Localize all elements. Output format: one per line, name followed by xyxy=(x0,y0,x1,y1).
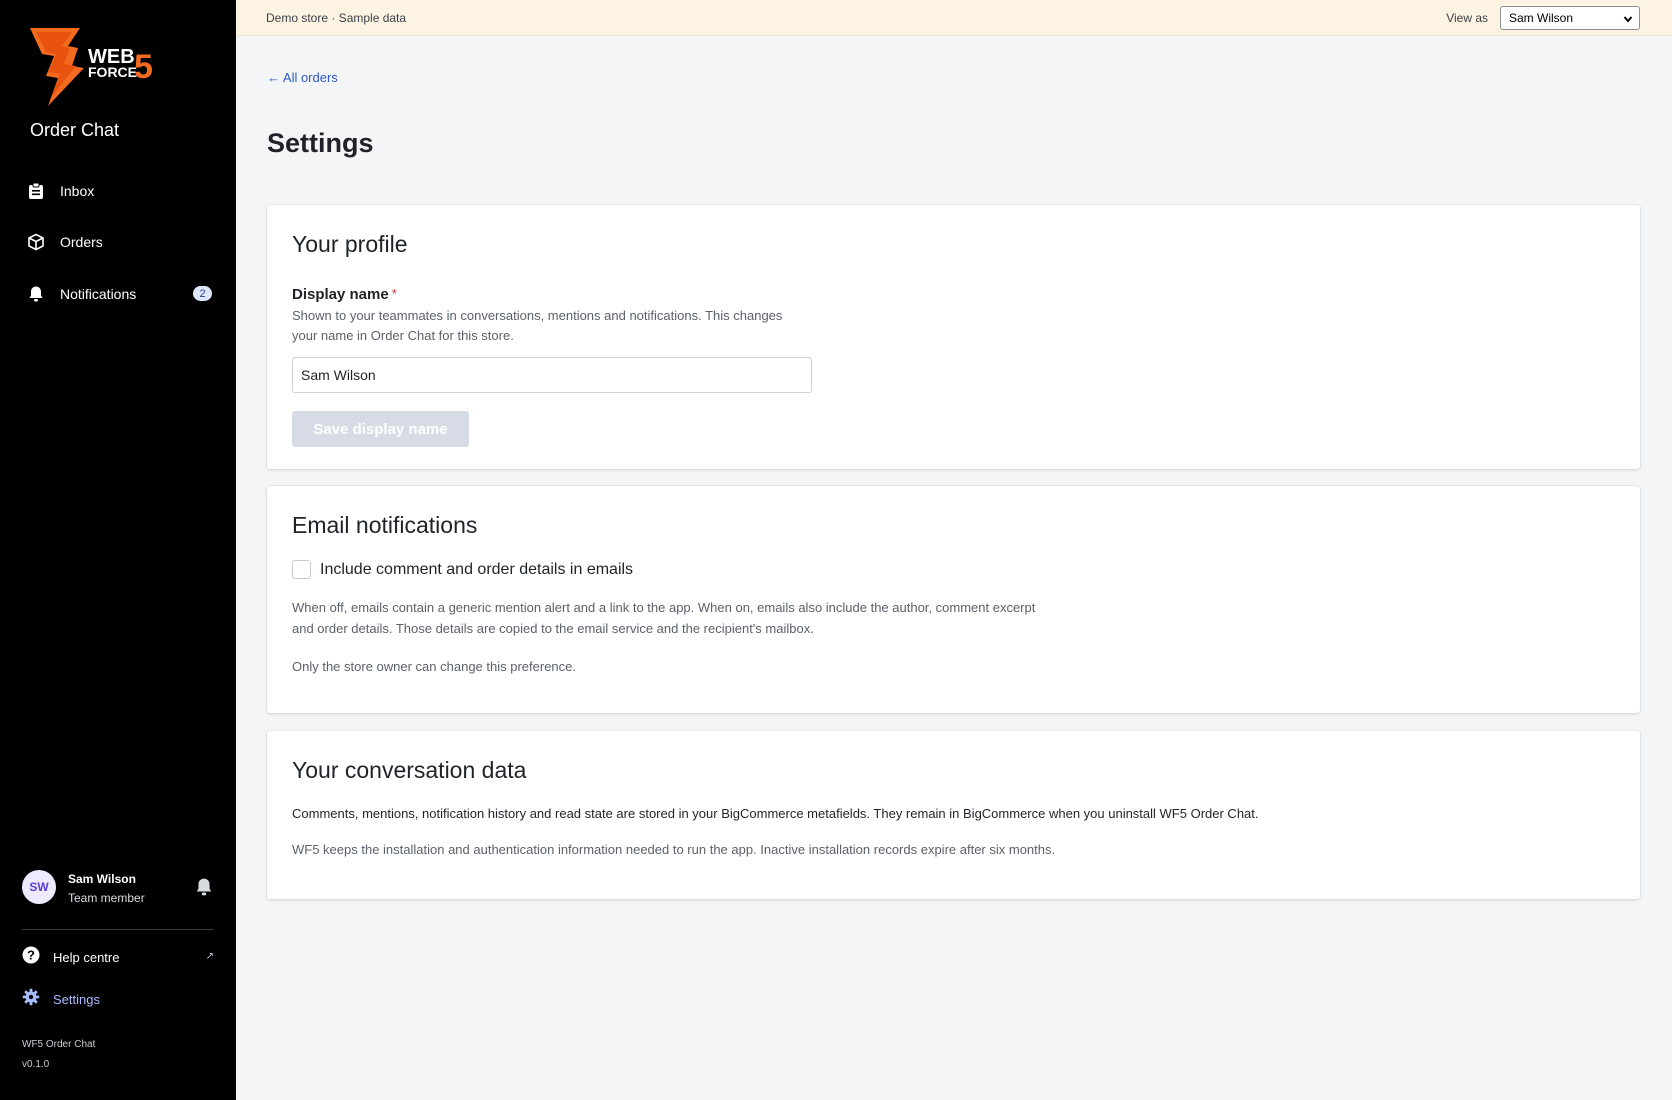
external-link-icon: ↗ xyxy=(205,951,214,962)
demo-banner: Demo store · Sample data View as Sam Wil… xyxy=(236,0,1672,36)
owner-only-note: Only the store owner can change this pre… xyxy=(292,659,576,674)
nav-item-notifications[interactable]: Notifications 2 xyxy=(26,280,212,308)
webforce5-logo[interactable]: WEB FORCE 5 xyxy=(28,26,178,108)
display-name-label-text: Display name xyxy=(292,286,389,303)
notifications-count-badge: 2 xyxy=(193,286,212,301)
svg-text:5: 5 xyxy=(134,48,153,86)
settings-label: Settings xyxy=(53,991,100,1007)
view-as-select[interactable]: Sam Wilson xyxy=(1500,6,1640,30)
sidebar: WEB FORCE 5 Order Chat Inbox Orders Noti… xyxy=(0,0,236,1100)
app-meta: WF5 Order Chat v0.1.0 xyxy=(22,1035,95,1075)
data-storage-text: Comments, mentions, notification history… xyxy=(292,806,1259,821)
include-details-label[interactable]: Include comment and order details in ema… xyxy=(320,561,633,579)
app-meta-name: WF5 Order Chat xyxy=(22,1039,96,1050)
chevron-down-icon xyxy=(1623,13,1633,27)
nav-label: Inbox xyxy=(60,183,95,199)
gear-icon xyxy=(22,988,40,1011)
back-to-orders-link[interactable]: ← All orders xyxy=(267,70,338,85)
email-explanation: When off, emails contain a generic menti… xyxy=(292,600,1036,636)
data-retention-text: WF5 keeps the installation and authentic… xyxy=(292,842,1056,857)
bell-icon xyxy=(26,284,46,304)
logo-bolt-icon: WEB FORCE 5 xyxy=(30,28,153,106)
display-name-input[interactable] xyxy=(292,357,812,393)
nav-label: Notifications xyxy=(60,286,137,302)
profile-card: Your profile Display name * Shown to your… xyxy=(267,205,1640,469)
user-role: Team member xyxy=(68,891,145,905)
user-block: SW Sam Wilson Team member xyxy=(22,870,214,910)
svg-text:FORCE: FORCE xyxy=(88,64,137,80)
view-as-label: View as xyxy=(1446,11,1488,25)
view-as-value: Sam Wilson xyxy=(1509,11,1574,25)
svg-text:?: ? xyxy=(27,947,35,962)
app-meta-version: v0.1.0 xyxy=(22,1059,50,1070)
nav-label: Orders xyxy=(60,234,103,250)
sidebar-divider xyxy=(22,929,214,930)
email-notifications-card: Email notifications Include comment and … xyxy=(267,486,1640,713)
help-centre-label: Help centre xyxy=(53,949,120,965)
display-name-label: Display name * xyxy=(292,286,397,303)
nav-item-orders[interactable]: Orders xyxy=(26,228,212,256)
email-card-title: Email notifications xyxy=(292,512,478,538)
clipboard-icon xyxy=(26,181,46,201)
user-name: Sam Wilson xyxy=(68,872,136,886)
help-centre-link[interactable]: ? Help centre ↗ xyxy=(22,945,214,969)
page-title: Settings xyxy=(267,128,374,158)
include-details-checkbox[interactable] xyxy=(292,560,311,579)
app-name: Order Chat xyxy=(30,120,120,140)
display-name-help: Shown to your teammates in conversations… xyxy=(292,308,783,343)
settings-link[interactable]: Settings xyxy=(22,987,214,1011)
data-card-title: Your conversation data xyxy=(292,757,527,783)
conversation-data-card: Your conversation data Comments, mention… xyxy=(267,731,1640,899)
profile-card-title: Your profile xyxy=(292,231,408,257)
help-icon: ? xyxy=(22,946,40,969)
nav-item-inbox[interactable]: Inbox xyxy=(26,177,212,205)
bell-icon[interactable] xyxy=(194,877,214,897)
box-icon xyxy=(26,232,46,252)
avatar[interactable]: SW xyxy=(22,870,56,904)
store-info-text: Demo store · Sample data xyxy=(266,11,407,25)
save-display-name-button[interactable]: Save display name xyxy=(292,411,469,447)
required-mark: * xyxy=(391,286,397,301)
